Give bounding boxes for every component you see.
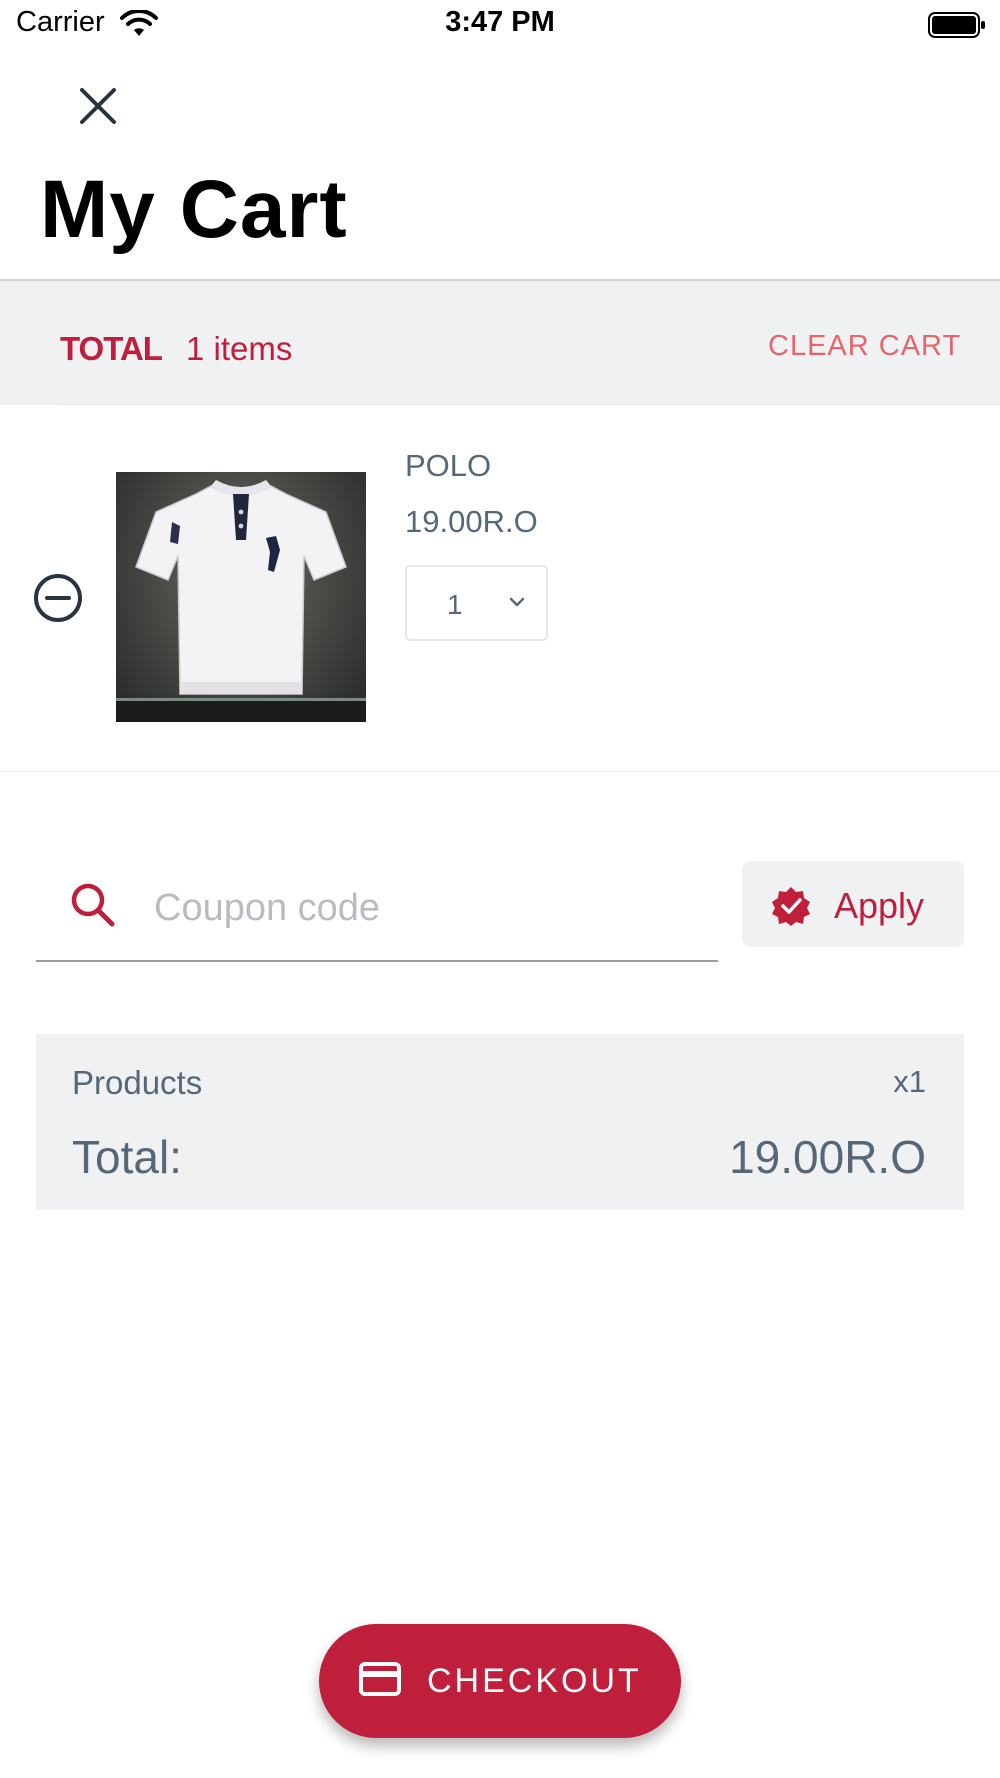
close-icon[interactable] xyxy=(70,78,126,134)
summary-products-label: Products xyxy=(72,1064,203,1101)
product-name: POLO xyxy=(405,448,492,483)
checkout-button[interactable]: CHECKOUT xyxy=(319,1624,681,1738)
checkout-label: CHECKOUT xyxy=(427,1662,642,1700)
product-image[interactable] xyxy=(116,472,366,722)
page-title: My Cart xyxy=(40,164,348,255)
apply-coupon-button[interactable]: Apply xyxy=(742,861,964,947)
item-divider xyxy=(0,771,1000,772)
quantity-value: 1 xyxy=(447,589,463,620)
clear-cart-button[interactable]: CLEAR CART xyxy=(768,330,961,363)
summary-total-label: Total: xyxy=(72,1131,182,1183)
summary-total-value: 19.00R.O xyxy=(729,1131,926,1183)
status-time: 3:47 PM xyxy=(445,6,555,38)
minus-circle-icon[interactable] xyxy=(32,572,84,624)
coupon-field xyxy=(36,860,718,962)
apply-label: Apply xyxy=(834,885,925,926)
quantity-select[interactable]: 1 xyxy=(405,565,548,641)
total-label: TOTAL xyxy=(60,330,163,367)
coupon-input[interactable] xyxy=(152,872,696,944)
search-icon xyxy=(71,883,115,927)
polo-shirt-illustration xyxy=(116,480,366,722)
summary-products-qty: x1 xyxy=(893,1064,926,1099)
chevron-down-icon xyxy=(509,597,525,607)
total-bar-divider xyxy=(60,404,1000,405)
product-price: 19.00R.O xyxy=(405,504,538,539)
credit-card-icon xyxy=(359,1662,401,1696)
cart-item-count: 1 items xyxy=(186,330,293,367)
verified-badge-icon xyxy=(772,887,810,926)
order-summary: Products x1 Total: 19.00R.O xyxy=(36,1034,964,1210)
battery-icon xyxy=(928,12,985,38)
